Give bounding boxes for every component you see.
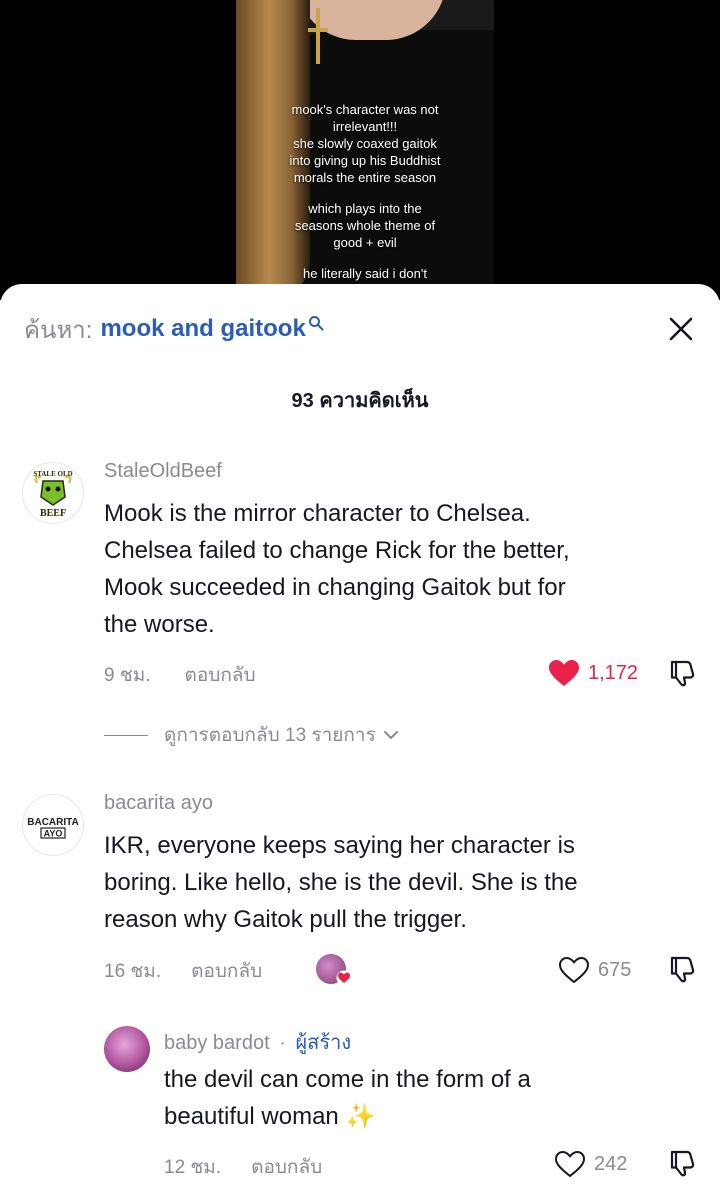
video-caption-line: he literally said i don't: [303, 266, 427, 281]
reply-button[interactable]: ตอบกลับ: [185, 660, 256, 690]
cross-earring-icon: [316, 8, 320, 64]
beef-logo-icon: STALE OLD BEEF: [24, 464, 82, 522]
video-caption-line: into giving up his Buddhist: [289, 153, 441, 168]
comment-text-line: the devil can come in the form of a: [164, 1066, 531, 1093]
comment-username[interactable]: bacarita ayo: [104, 792, 213, 815]
comment-text-line: the worse.: [104, 611, 215, 638]
view-replies-label: ดูการตอบกลับ 13 รายการ: [164, 725, 376, 746]
comment-text-line: Mook succeeded in changing Gaitok but fo…: [104, 574, 566, 601]
like-button[interactable]: 242: [554, 1150, 627, 1178]
avatar[interactable]: BACARITA AYO: [22, 794, 84, 856]
video-caption-line: irrelevant!!!: [332, 119, 398, 134]
video-caption-line: mook's character was not: [291, 102, 439, 117]
avatar[interactable]: [104, 1026, 150, 1072]
reply-text: the devil can come in the form of a beau…: [164, 1061, 531, 1135]
comment-text-line: reason why Gaitok pull the trigger.: [104, 906, 467, 933]
like-count: 242: [594, 1152, 628, 1175]
comment-username[interactable]: StaleOldBeef: [104, 460, 222, 483]
dislike-icon[interactable]: [668, 658, 698, 688]
avatar-logo-text: AYO: [44, 829, 63, 839]
video-caption-line: morals the entire season: [293, 170, 437, 185]
heart-filled-icon: [549, 660, 579, 686]
comment-text-line: Chelsea failed to change Rick for the be…: [104, 537, 570, 564]
reply-button[interactable]: ตอบกลับ: [251, 1152, 322, 1182]
like-button[interactable]: 675: [558, 956, 631, 984]
avatar-logo-text: BACARITA: [27, 817, 78, 828]
comment-meta: 16 ชม. ตอบกลับ: [104, 956, 262, 986]
video-caption-line: seasons whole theme of: [294, 218, 436, 233]
comment-text: IKR, everyone keeps saying her character…: [104, 827, 578, 938]
video-caption-line: good + evil: [333, 235, 397, 250]
view-replies-button[interactable]: ดูการตอบกลับ 13 รายการ: [104, 720, 400, 750]
reply-username[interactable]: baby bardot · ผู้สร้าง: [164, 1026, 351, 1058]
chevron-down-icon: [383, 731, 398, 739]
search-suggestion[interactable]: ค้นหา: mook and gaitook: [24, 312, 324, 346]
close-icon[interactable]: [666, 314, 696, 344]
creator-heart-icon: [336, 970, 352, 986]
comment-text-line: IKR, everyone keeps saying her character…: [104, 832, 575, 859]
comment-time: 9 ชม.: [104, 665, 151, 686]
search-prefix: ค้นหา:: [24, 316, 93, 344]
cross-earring-bar: [308, 28, 328, 32]
comment-time: 12 ชม.: [164, 1157, 222, 1178]
like-button[interactable]: 1,172: [548, 659, 638, 687]
bacarita-logo-icon: BACARITA AYO: [24, 796, 82, 854]
comments-sheet: ค้นหา: mook and gaitook 93 ความคิดเห็น S…: [0, 284, 720, 1200]
reply-button[interactable]: ตอบกลับ: [191, 956, 262, 986]
comment-count: 93 ความคิดเห็น: [291, 390, 429, 412]
creator-badge: ผู้สร้าง: [295, 1032, 352, 1054]
video-caption-line: which plays into the: [308, 201, 422, 216]
like-count: 1,172: [588, 661, 639, 684]
avatar-logo-text: STALE OLD: [33, 470, 72, 478]
video-caption-line: she slowly coaxed gaitok: [293, 136, 437, 151]
dislike-icon[interactable]: [668, 1148, 698, 1178]
comment-meta: 12 ชม. ตอบกลับ: [164, 1152, 322, 1182]
reply-username-text: baby bardot: [164, 1032, 270, 1054]
creator-separator: ·: [279, 1032, 286, 1054]
video-frame: mook's character was not irrelevant!!! s…: [236, 0, 494, 300]
avatar[interactable]: STALE OLD BEEF: [22, 462, 84, 524]
heart-outline-icon: [558, 956, 590, 984]
like-count: 675: [598, 958, 632, 981]
comment-time: 16 ชม.: [104, 961, 162, 982]
comment-text-line: boring. Like hello, she is the devil. Sh…: [104, 869, 578, 896]
comment-text-line: Mook is the mirror character to Chelsea.: [104, 500, 531, 527]
comment-text-line: beautiful woman ✨: [164, 1103, 376, 1130]
divider-line: [104, 734, 148, 736]
avatar-logo-text: BEEF: [40, 508, 66, 519]
video-player[interactable]: mook's character was not irrelevant!!! s…: [0, 0, 720, 300]
search-term-link[interactable]: mook and gaitook: [100, 315, 305, 343]
search-icon: [308, 316, 324, 331]
comment-text: Mook is the mirror character to Chelsea.…: [104, 495, 570, 643]
comment-meta: 9 ชม. ตอบกลับ: [104, 660, 256, 690]
dislike-icon[interactable]: [668, 954, 698, 984]
heart-outline-icon: [554, 1150, 586, 1178]
